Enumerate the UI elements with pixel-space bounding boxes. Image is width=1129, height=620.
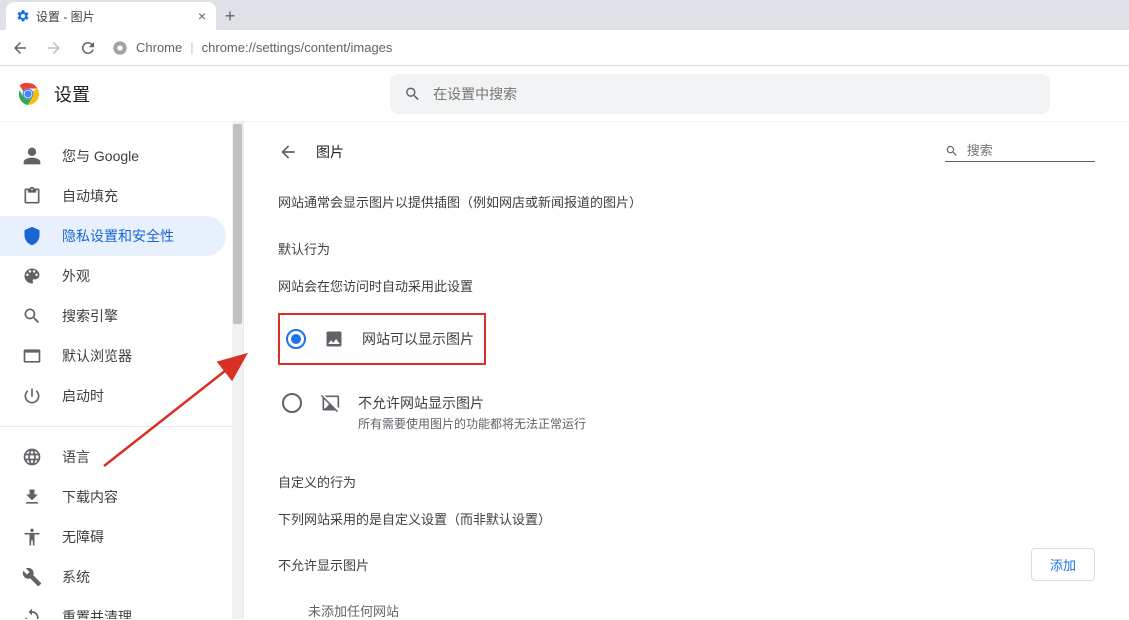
settings-header: 设置 xyxy=(0,66,1129,122)
sidebar-item-label: 默认浏览器 xyxy=(62,346,132,366)
chrome-logo-icon xyxy=(16,82,40,106)
arrow-right-icon xyxy=(45,39,63,57)
custom-behavior-sub: 下列网站采用的是自定义设置（而非默认设置） xyxy=(278,509,1095,528)
tab-title: 设置 - 图片 xyxy=(36,8,95,25)
radio-off-icon[interactable] xyxy=(282,393,302,413)
default-behavior-sub: 网站会在您访问时自动采用此设置 xyxy=(278,276,1095,295)
forward-button[interactable] xyxy=(44,38,64,58)
content-title: 图片 xyxy=(316,142,344,162)
sidebar-item-label: 启动时 xyxy=(62,386,104,406)
download-icon xyxy=(22,487,42,507)
sidebar-scrollbar-track[interactable] xyxy=(232,122,243,619)
reset-icon xyxy=(22,607,42,619)
chrome-icon xyxy=(112,40,128,56)
content-panel: 图片 网站通常会显示图片以提供插图（例如网店或新闻报道的图片） 默认行为 网站会… xyxy=(243,122,1129,619)
url-separator: | xyxy=(190,40,193,55)
settings-search[interactable] xyxy=(390,74,1050,114)
search-input[interactable] xyxy=(433,86,1036,102)
browser-icon xyxy=(22,346,42,366)
sidebar-divider xyxy=(0,426,232,427)
sidebar-item-downloads[interactable]: 下载内容 xyxy=(0,477,226,517)
sidebar-item-label: 系统 xyxy=(62,567,90,587)
browser-tab-bar: 设置 - 图片 × + xyxy=(0,0,1129,30)
arrow-left-icon xyxy=(11,39,29,57)
sidebar-item-accessibility[interactable]: 无障碍 xyxy=(0,517,226,557)
block-section-row: 不允许显示图片 添加 xyxy=(278,548,1095,581)
custom-behavior-label: 自定义的行为 xyxy=(278,472,1095,491)
close-icon[interactable]: × xyxy=(198,8,206,24)
sidebar-item-label: 无障碍 xyxy=(62,527,104,547)
clipboard-icon xyxy=(22,186,42,206)
power-icon xyxy=(22,386,42,406)
sidebar-item-onstartup[interactable]: 启动时 xyxy=(0,376,226,416)
search-icon xyxy=(404,85,421,103)
content-search-input[interactable] xyxy=(967,143,1095,158)
back-button[interactable] xyxy=(10,38,30,58)
sidebar-item-system[interactable]: 系统 xyxy=(0,557,226,597)
palette-icon xyxy=(22,266,42,286)
default-behavior-label: 默认行为 xyxy=(278,239,1095,258)
reload-button[interactable] xyxy=(78,38,98,58)
accessibility-icon xyxy=(22,527,42,547)
url-display[interactable]: Chrome | chrome://settings/content/image… xyxy=(112,40,1119,56)
sidebar-item-label: 搜索引擎 xyxy=(62,306,118,326)
content-description: 网站通常会显示图片以提供插图（例如网店或新闻报道的图片） xyxy=(278,192,1095,211)
sidebar-item-label: 语言 xyxy=(62,447,90,467)
sidebar-item-label: 隐私设置和安全性 xyxy=(62,226,174,246)
search-icon xyxy=(945,143,959,159)
image-icon xyxy=(324,329,344,349)
radio-allow-images[interactable]: 网站可以显示图片 xyxy=(282,319,478,359)
address-bar: Chrome | chrome://settings/content/image… xyxy=(0,30,1129,66)
search-icon xyxy=(22,306,42,326)
sidebar-item-label: 您与 Google xyxy=(62,146,139,166)
wrench-icon xyxy=(22,567,42,587)
sidebar-item-autofill[interactable]: 自动填充 xyxy=(0,176,226,216)
sidebar: 您与 Google 自动填充 隐私设置和安全性 外观 搜索引擎 xyxy=(0,122,232,619)
radio-allow-label: 网站可以显示图片 xyxy=(362,329,474,349)
url-prefix: Chrome xyxy=(136,40,182,55)
annotation-highlight: 网站可以显示图片 xyxy=(278,313,486,365)
sidebar-item-searchengine[interactable]: 搜索引擎 xyxy=(0,296,226,336)
radio-block-label: 不允许网站显示图片 xyxy=(358,393,586,413)
sidebar-item-privacy[interactable]: 隐私设置和安全性 xyxy=(0,216,226,256)
new-tab-button[interactable]: + xyxy=(216,2,244,30)
radio-block-sublabel: 所有需要使用图片的功能都将无法正常运行 xyxy=(358,415,586,432)
sidebar-item-you-and-google[interactable]: 您与 Google xyxy=(0,136,226,176)
reload-icon xyxy=(79,39,97,57)
globe-icon xyxy=(22,447,42,467)
page-title: 设置 xyxy=(54,81,90,107)
back-icon[interactable] xyxy=(278,142,298,162)
sidebar-item-reset[interactable]: 重置并清理 xyxy=(0,597,226,619)
sidebar-scrollbar-thumb[interactable] xyxy=(233,124,242,324)
block-section-label: 不允许显示图片 xyxy=(278,555,369,574)
sidebar-item-languages[interactable]: 语言 xyxy=(0,437,226,477)
sidebar-item-label: 自动填充 xyxy=(62,186,118,206)
radio-on-icon[interactable] xyxy=(286,329,306,349)
radio-block-images[interactable]: 不允许网站显示图片 所有需要使用图片的功能都将无法正常运行 xyxy=(278,383,1095,442)
shield-icon xyxy=(22,226,42,246)
sidebar-item-label: 重置并清理 xyxy=(62,607,132,619)
person-icon xyxy=(22,146,42,166)
content-search[interactable] xyxy=(945,143,1095,162)
sidebar-item-default-browser[interactable]: 默认浏览器 xyxy=(0,336,226,376)
sidebar-item-appearance[interactable]: 外观 xyxy=(0,256,226,296)
url-path: chrome://settings/content/images xyxy=(202,40,393,55)
sidebar-item-label: 外观 xyxy=(62,266,90,286)
sidebar-item-label: 下载内容 xyxy=(62,487,118,507)
empty-state: 未添加任何网站 xyxy=(278,601,1095,620)
add-button[interactable]: 添加 xyxy=(1031,548,1095,581)
content-header: 图片 xyxy=(278,142,1095,162)
image-off-icon xyxy=(320,393,340,413)
browser-tab[interactable]: 设置 - 图片 × xyxy=(6,2,216,30)
gear-icon xyxy=(16,9,30,23)
